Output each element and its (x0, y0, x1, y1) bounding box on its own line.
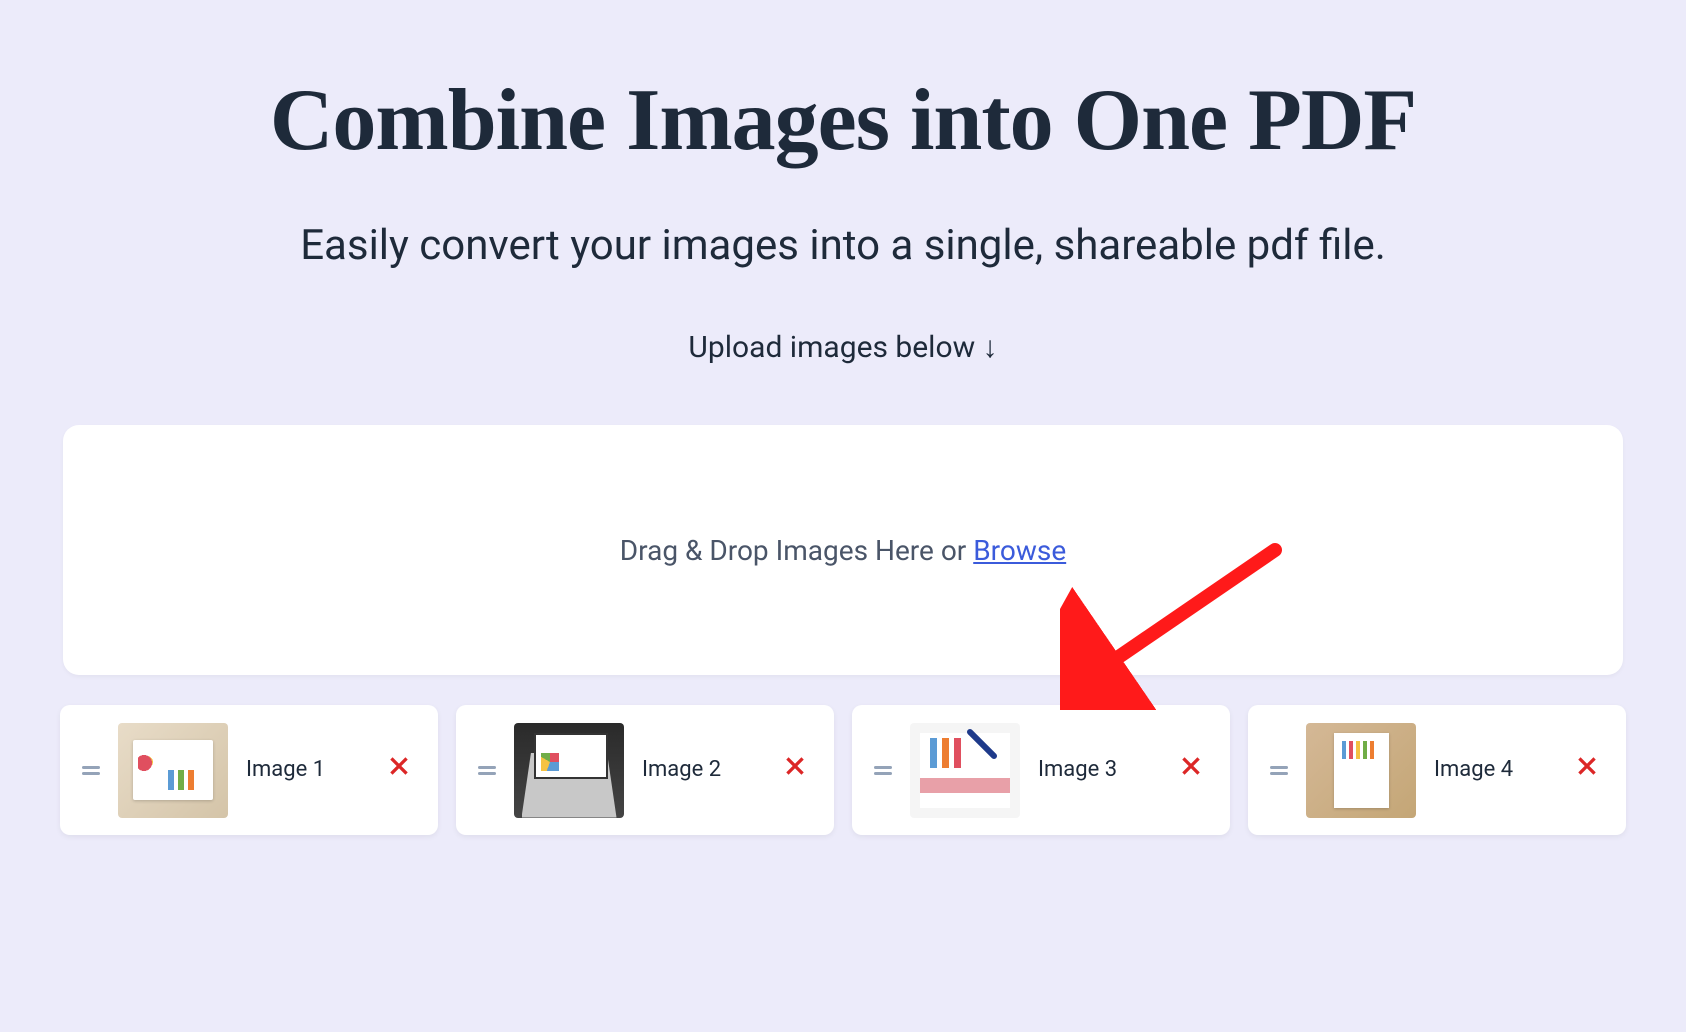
image-thumbnail (910, 723, 1020, 818)
remove-image-button[interactable] (1174, 749, 1208, 791)
page-title: Combine Images into One PDF (60, 70, 1626, 171)
image-label: Image 1 (246, 756, 364, 785)
close-icon (1178, 753, 1204, 779)
image-label: Image 4 (1434, 756, 1552, 785)
browse-link[interactable]: Browse (973, 534, 1066, 567)
dropzone-text: Drag & Drop Images Here or Browse (620, 534, 1066, 567)
close-icon (386, 753, 412, 779)
dropzone[interactable]: Drag & Drop Images Here or Browse (63, 425, 1623, 675)
image-thumbnail (1306, 723, 1416, 818)
remove-image-button[interactable] (778, 749, 812, 791)
drag-handle-icon[interactable] (82, 766, 100, 775)
image-card[interactable]: Image 1 (60, 705, 438, 835)
remove-image-button[interactable] (382, 749, 416, 791)
image-card[interactable]: Image 3 (852, 705, 1230, 835)
dropzone-prefix: Drag & Drop Images Here or (620, 534, 973, 567)
upload-instruction: Upload images below ↓ (60, 330, 1626, 365)
drag-handle-icon[interactable] (874, 766, 892, 775)
image-card[interactable]: Image 4 (1248, 705, 1626, 835)
close-icon (782, 753, 808, 779)
remove-image-button[interactable] (1570, 749, 1604, 791)
image-cards-row: Image 1 Image 2 Image 3 Image 4 (0, 705, 1686, 835)
drag-handle-icon[interactable] (478, 766, 496, 775)
image-thumbnail (118, 723, 228, 818)
image-label: Image 2 (642, 756, 760, 785)
close-icon (1574, 753, 1600, 779)
image-card[interactable]: Image 2 (456, 705, 834, 835)
page-subtitle: Easily convert your images into a single… (60, 221, 1626, 270)
image-label: Image 3 (1038, 756, 1156, 785)
image-thumbnail (514, 723, 624, 818)
drag-handle-icon[interactable] (1270, 766, 1288, 775)
